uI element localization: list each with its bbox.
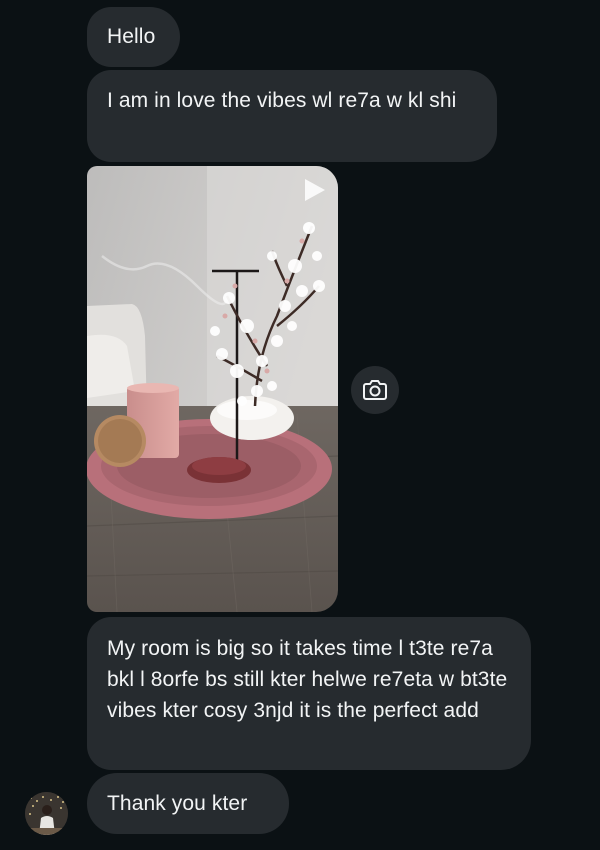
shared-video-thumbnail[interactable] <box>87 166 338 612</box>
message-bubble-hello[interactable]: Hello <box>87 7 180 67</box>
camera-icon[interactable] <box>351 366 399 414</box>
message-text: I am in love the vibes wl re7a w kl shi <box>107 89 457 112</box>
message-bubble-room[interactable]: My room is big so it takes time l t3te r… <box>87 617 531 770</box>
message-text: Thank you kter <box>107 792 248 815</box>
user-avatar[interactable] <box>25 792 68 835</box>
message-text: Hello <box>107 25 156 48</box>
message-bubble-thanks[interactable]: Thank you kter <box>87 773 289 834</box>
play-icon <box>305 179 325 201</box>
message-text: My room is big so it takes time l t3te r… <box>107 637 508 722</box>
message-bubble-vibes[interactable]: I am in love the vibes wl re7a w kl shi <box>87 70 497 162</box>
